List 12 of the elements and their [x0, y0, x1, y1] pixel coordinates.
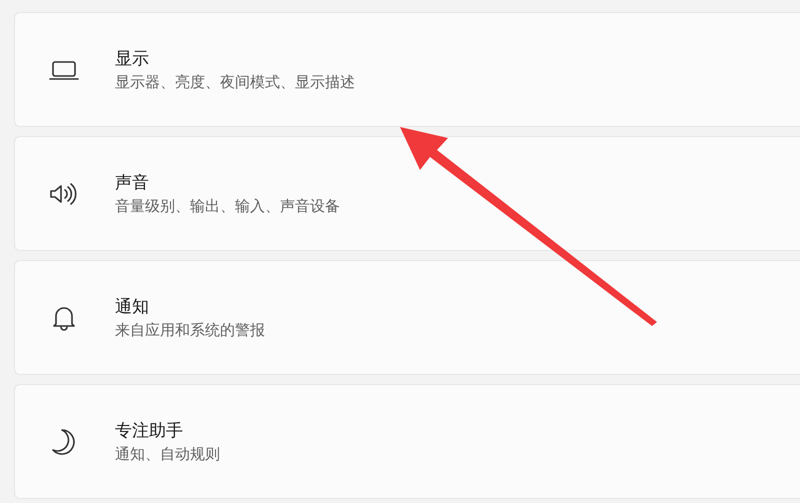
setting-title: 通知 — [115, 296, 150, 318]
setting-description: 音量级别、输出、输入、声音设备 — [115, 197, 340, 216]
setting-title: 显示 — [115, 48, 150, 70]
setting-description: 来自应用和系统的警报 — [115, 321, 265, 340]
settings-card[interactable]: 专注助手 通知、自动规则 — [14, 384, 800, 499]
setting-title: 声音 — [115, 172, 150, 194]
settings-card[interactable]: 声音 音量级别、输出、输入、声音设备 — [14, 136, 800, 251]
setting-title: 专注助手 — [115, 420, 184, 442]
settings-card[interactable]: 通知 来自应用和系统的警报 — [14, 260, 800, 375]
settings-card[interactable]: 显示 显示器、亮度、夜间模式、显示描述 — [14, 12, 800, 127]
setting-description: 通知、自动规则 — [115, 445, 220, 464]
setting-description: 显示器、亮度、夜间模式、显示描述 — [115, 73, 355, 92]
